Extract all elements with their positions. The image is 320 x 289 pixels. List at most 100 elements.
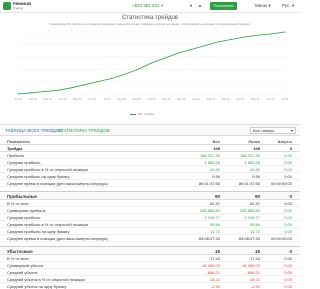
account-balance[interactable]: +$32 981 632 ▾ [132,3,163,9]
row-value: -2.50 [210,284,220,289]
row-value: 9.56 [212,174,220,179]
x-tick-label: Oct 20 [148,97,156,101]
data-point [44,91,46,92]
row-value: 1 689.28 [244,160,260,165]
table-row: Суммарная прибыль 205 889.84 205 889.84 0.0… [0,207,300,214]
row-value: -856.21 [206,270,220,275]
row-label: Среднее время в позиции (дни:часы:минуты… [7,181,108,186]
table-row: В % от всех 82.57 82.57 0.00 [0,200,300,207]
chart-legend[interactable]: Все трейды [130,112,154,116]
column-header: Показатель [7,139,30,144]
row-value: 0.00 [284,160,292,165]
row-label: Средняя прибыль в % от открытой позиции [7,222,88,227]
x-tick-label: Nov 20 [162,97,171,101]
section-cell: 109 [213,146,220,151]
data-point [57,89,59,91]
trade-stats-chart[interactable]: Jan 20 Feb 20 Mar 20 Apr 20 May 20 Jun 20 Jul … [0,28,300,110]
row-label: Суммарная прибыль [7,208,46,213]
row-label: Средняя прибыль на одну бумагу [7,174,70,179]
row-value: 0.00 [284,229,292,234]
row-value: 0.00 [284,284,292,289]
row-value: -2.50 [250,284,260,289]
row-label: Средний убыток на одну бумагу [7,284,67,289]
row-value: 0.00 [284,208,292,213]
row-value: -16 266.02 [200,263,220,268]
ticker-filter-select[interactable]: Все тикеры ▾ [250,127,296,134]
x-tick-label: Apr 20 [59,97,67,101]
table-row: Средняя прибыль в % от открытой позиции 5… [0,221,300,228]
x-tick-label: Aug 20 [118,97,127,101]
row-value: 9.56 [252,174,260,179]
language-selector[interactable]: Рус. ▾ [282,3,294,9]
table-header: Показатель Все Лонги Шорты [0,138,300,145]
chart-title: Статистика трейдов [122,15,178,21]
x-tick-label: Jan 20 [14,97,22,101]
chart-icon[interactable]: ▲ [197,3,203,9]
row-value: 00:00:00:00 [270,181,292,186]
row-value: 2 199.77 [244,215,260,220]
logo-icon [3,2,11,10]
data-point [84,84,86,86]
table-row: В % от всех 17.43 17.43 0.00 [0,255,300,262]
data-point [271,33,273,35]
x-tick-label: Jan 21 [192,97,200,101]
x-tick-label: Sep 20 [133,97,142,101]
row-value: -18.11 [208,277,220,282]
row-value: 82.57 [209,201,220,206]
row-value: 55.84 [209,222,220,227]
data-point [204,45,206,47]
row-value: 2 199.77 [204,215,220,220]
column-header: Все [212,139,220,144]
table-row: Средняя прибыль на одну бумагу 14.72 14.72… [0,228,300,235]
row-value: 42.82 [209,167,220,172]
row-value: 0.00 [284,263,292,268]
row-value: 0.00 [284,277,292,282]
column-header: Шорты [277,139,292,144]
x-tick-label: Feb 21 [207,97,216,101]
x-tick-label: Dec 20 [177,97,186,101]
x-tick-label: May 20 [73,97,82,101]
data-point [217,41,219,43]
row-value: 1 689.28 [204,160,220,165]
row-label: Средний убыток в % от открытой позиции [7,277,85,282]
data-point [70,87,72,89]
row-label: В % от всех [7,201,29,206]
row-value: 0.00 [284,153,292,158]
row-value: 86:01:37:50 [198,181,220,186]
row-value: 0.00 [284,256,292,261]
top-bar: FINNHUB Trading +$32 981 632 ▾ ● ▲ Попол… [0,0,300,13]
row-value: 82.57 [249,201,260,206]
data-point [111,78,112,79]
stats-tabs: Таблица всех трейдов Статистика трейдов … [0,124,300,136]
row-value: 00:00:00:00 [270,236,292,241]
legend-swatch [130,113,136,115]
tab-trade-stats[interactable]: Статистика трейдов [58,128,110,133]
data-point [284,31,286,33]
bell-icon[interactable]: ● [188,3,194,9]
chevron-down-icon: ▾ [290,128,293,133]
data-point [191,48,193,50]
logo-subtitle: Trading [13,6,24,10]
row-value: 83:08:47:34 [238,236,260,241]
row-value: -16 266.02 [240,263,260,268]
data-point [97,81,99,83]
data-point [164,57,166,59]
stats-table: Показатель Все Лонги Шорты Трейды 109 109 0… [0,138,300,289]
menu-button[interactable]: Меню ▾ [255,3,271,9]
section-cell: 0 [289,146,292,151]
legend-label: Все трейды [138,112,155,116]
row-value: 83:08:47:34 [198,236,220,241]
logo[interactable]: FINNHUB Trading [3,2,31,11]
x-tick-label: Jun 20 [88,97,96,101]
row-label: Средняя прибыль в % от открытой позиции [7,167,88,172]
row-value: 188 221.30 [199,153,220,158]
x-tick-label: Mar 20 [44,97,53,101]
x-tick-label: Jul 21 [282,97,289,101]
row-value: 0.00 [284,222,292,227]
x-tick-label: Jun 21 [266,97,274,101]
row-label: В % от всех [7,256,29,261]
deposit-button[interactable]: Пополнить [210,2,237,10]
data-point [30,92,32,94]
tab-all-trades[interactable]: Таблица всех трейдов [5,128,62,133]
row-value: 205 889.84 [199,208,220,213]
